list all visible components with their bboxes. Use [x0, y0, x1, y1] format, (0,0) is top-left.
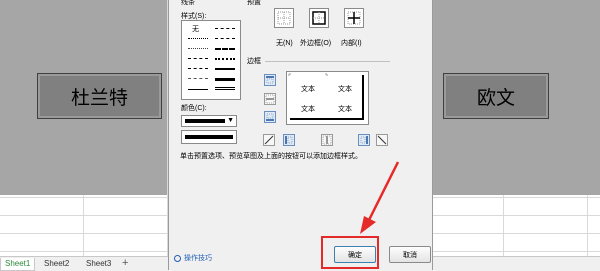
style-option-fine-dash[interactable]	[188, 78, 208, 79]
border-inner-vertical-button[interactable]	[321, 134, 333, 146]
preset-inside-label: 内部(I)	[341, 40, 362, 47]
line-group-label: 线条	[181, 0, 195, 6]
add-sheet-button[interactable]: +	[122, 257, 128, 270]
preset-group-label: 预置	[247, 0, 261, 6]
line-preview	[181, 130, 237, 144]
sheet-tab-1[interactable]: Sheet1	[0, 258, 36, 271]
diagonal-up-icon	[264, 135, 274, 145]
tips-link-label: 操作技巧	[184, 255, 212, 262]
preset-none-icon	[277, 11, 291, 25]
hint-text: 单击预置选项、预览草图及上面的按钮可以添加边框样式。	[180, 153, 362, 160]
style-none-option[interactable]: 无	[192, 24, 199, 34]
preset-outline-icon	[312, 11, 326, 25]
style-option-medium-dash[interactable]	[215, 48, 235, 50]
color-swatch	[185, 119, 225, 123]
style-option-thick[interactable]	[215, 78, 235, 81]
preset-outline-button[interactable]	[309, 8, 329, 28]
border-left-button[interactable]	[283, 134, 295, 146]
preview-border-lines	[288, 73, 364, 120]
sheet-tab-2[interactable]: Sheet2	[40, 258, 73, 270]
border-group-label: 边框	[247, 58, 261, 65]
line-preview-sample	[185, 135, 233, 139]
style-option-dash-dot[interactable]	[215, 28, 235, 29]
border-bottom-button[interactable]	[264, 111, 276, 123]
border-right-button[interactable]	[358, 134, 370, 146]
tips-icon	[174, 254, 181, 262]
style-option-dash[interactable]	[188, 58, 208, 59]
style-option-dash-dot-2[interactable]	[215, 38, 235, 39]
red-arrow-icon	[360, 161, 400, 234]
cancel-button[interactable]: 取消	[389, 246, 431, 263]
style-option-dotted-2[interactable]	[188, 48, 208, 49]
style-option-medium[interactable]	[215, 68, 235, 70]
border-inner-vertical-icon	[322, 135, 332, 145]
border-top-icon	[266, 76, 274, 84]
border-diagonal-up-button[interactable]	[263, 134, 275, 146]
border-left-icon	[285, 136, 293, 144]
style-option-dash-2[interactable]	[188, 68, 208, 69]
tips-link[interactable]: 操作技巧	[174, 253, 212, 263]
style-option-double[interactable]	[215, 87, 235, 90]
diagonal-down-icon	[377, 135, 387, 145]
preset-inside-button[interactable]	[344, 8, 364, 28]
border-preview-area[interactable]: 文本 文本 文本 文本	[286, 71, 369, 125]
border-diagonal-down-button[interactable]	[376, 134, 388, 146]
cell-left-text[interactable]: 杜兰特	[37, 73, 162, 119]
preset-none-button[interactable]	[274, 8, 294, 28]
style-option-medium-dot[interactable]	[215, 58, 235, 60]
style-option-thin[interactable]	[188, 89, 208, 90]
style-option-dotted[interactable]	[188, 38, 208, 39]
line-style-list[interactable]: 无	[181, 20, 241, 100]
border-right-icon	[360, 136, 368, 144]
border-top-button[interactable]	[264, 74, 276, 86]
preset-outline-label: 外边框(O)	[300, 40, 332, 47]
preset-none-label: 无(N)	[276, 40, 293, 47]
border-inner-horizontal-icon	[265, 94, 275, 104]
border-inner-horizontal-button[interactable]	[264, 93, 276, 105]
preset-inside-icon	[347, 11, 361, 25]
color-label: 颜色(C):	[181, 105, 207, 112]
highlight-box	[321, 236, 379, 269]
sheet-tab-3[interactable]: Sheet3	[82, 258, 115, 270]
border-bottom-icon	[266, 113, 274, 121]
cell-right-text[interactable]: 欧文	[443, 73, 549, 119]
chevron-down-icon: ▼	[227, 117, 234, 124]
border-group-divider	[265, 61, 390, 62]
color-dropdown[interactable]: ▼	[181, 115, 237, 127]
